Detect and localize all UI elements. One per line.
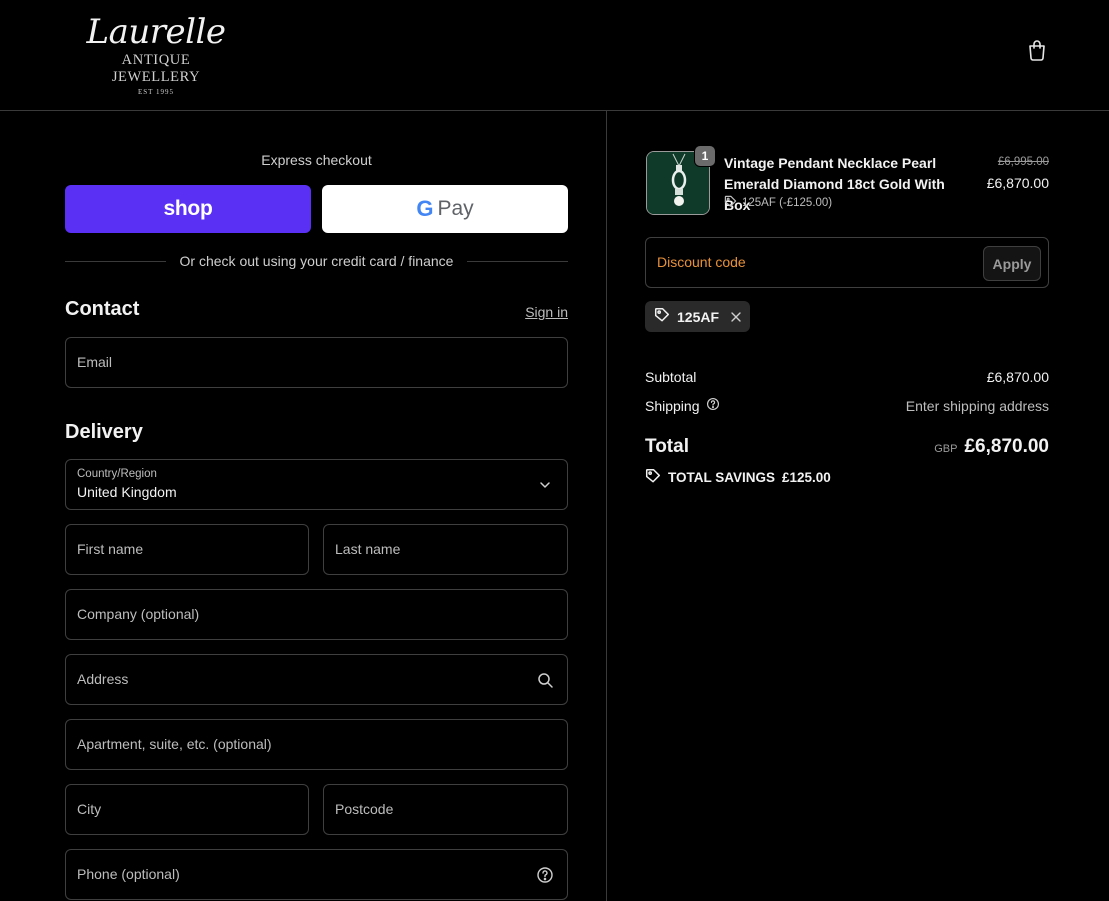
shipping-row: Shipping Enter shipping address (645, 397, 1049, 414)
subtotal-value: £6,870.00 (986, 369, 1049, 385)
divider-line (65, 260, 166, 262)
header: Laurelle ANTIQUE JEWELLERY EST 1995 (0, 0, 1109, 111)
quantity-badge: 1 (694, 145, 716, 167)
address-placeholder: Address (77, 671, 129, 687)
product-discount-text: 125AF (-£125.00) (742, 197, 833, 209)
shop-pay-label: shop (163, 197, 213, 220)
applied-code-text: 125AF (677, 308, 720, 325)
total-label: Total (645, 436, 689, 457)
product-discount: 125AF (-£125.00) (724, 195, 832, 211)
tag-icon (724, 195, 737, 211)
help-circle-icon[interactable] (536, 866, 554, 884)
last-name-placeholder: Last name (335, 541, 401, 557)
shop-pay-button[interactable]: shop (65, 185, 311, 233)
discount-placeholder: Discount code (657, 254, 746, 270)
shipping-value: Enter shipping address (905, 397, 1049, 414)
first-name-placeholder: First name (77, 541, 144, 557)
company-field[interactable]: Company (optional) (65, 589, 568, 640)
email-field[interactable]: Email (65, 337, 568, 388)
company-placeholder: Company (optional) (77, 606, 200, 622)
apartment-field[interactable]: Apartment, suite, etc. (optional) (65, 719, 568, 770)
phone-placeholder: Phone (optional) (77, 866, 180, 882)
phone-field[interactable]: Phone (optional) (65, 849, 568, 900)
first-name-field[interactable]: First name (65, 524, 309, 575)
currency-code: GBP (934, 443, 958, 455)
or-divider-text: Or check out using your credit card / fi… (179, 253, 454, 269)
search-icon[interactable] (536, 671, 554, 689)
or-divider: Or check out using your credit card / fi… (65, 251, 569, 271)
savings-value: £125.00 (782, 470, 831, 485)
delivery-heading: Delivery (65, 421, 143, 443)
country-label: Country/Region (77, 468, 157, 480)
tag-icon (654, 307, 670, 326)
column-divider (606, 111, 607, 901)
apartment-placeholder: Apartment, suite, etc. (optional) (77, 736, 272, 752)
city-field[interactable]: City (65, 784, 309, 835)
last-name-field[interactable]: Last name (323, 524, 568, 575)
country-value: United Kingdom (77, 484, 177, 500)
express-checkout-label: Express checkout (261, 152, 372, 168)
subtotal-label: Subtotal (645, 369, 697, 385)
shipping-label-group: Shipping (645, 397, 720, 414)
total-row: Total GBP £6,870.00 (645, 436, 1049, 458)
savings-label: TOTAL SAVINGS (668, 470, 776, 485)
google-pay-button[interactable]: G Pay (322, 185, 568, 233)
applied-discount-chip: 125AF (645, 301, 750, 332)
chevron-down-icon (536, 476, 554, 494)
logo-est: EST 1995 (137, 88, 175, 96)
help-circle-icon[interactable] (706, 397, 720, 414)
store-logo[interactable]: Laurelle ANTIQUE JEWELLERY EST 1995 (76, 12, 236, 96)
contact-heading: Contact (65, 298, 140, 320)
total-value-group: GBP £6,870.00 (934, 436, 1049, 458)
total-value: £6,870.00 (964, 436, 1049, 457)
close-icon[interactable] (730, 311, 742, 323)
current-price: £6,870.00 (986, 175, 1049, 191)
postcode-placeholder: Postcode (335, 801, 394, 817)
address-field[interactable]: Address (65, 654, 568, 705)
divider-line (467, 260, 569, 262)
country-select[interactable]: Country/Region United Kingdom (65, 459, 568, 510)
logo-script: Laurelle (86, 12, 227, 52)
total-savings: TOTAL SAVINGS £125.00 (645, 468, 831, 487)
postcode-field[interactable]: Postcode (323, 784, 568, 835)
google-pay-label: Pay (437, 197, 474, 220)
shopping-bag-icon[interactable] (1025, 38, 1049, 62)
apply-button[interactable]: Apply (983, 246, 1041, 281)
city-placeholder: City (77, 801, 102, 817)
tag-icon (645, 468, 661, 487)
sign-in-link[interactable]: Sign in (525, 304, 568, 320)
original-price: £6,995.00 (997, 156, 1049, 168)
discount-code-input[interactable]: Discount code Apply (645, 237, 1049, 288)
shipping-label: Shipping (645, 397, 700, 414)
email-placeholder: Email (77, 354, 113, 370)
subtotal-row: Subtotal £6,870.00 (645, 369, 1049, 385)
google-g-icon: G (416, 196, 434, 221)
logo-subtitle: ANTIQUE JEWELLERY (111, 52, 201, 85)
